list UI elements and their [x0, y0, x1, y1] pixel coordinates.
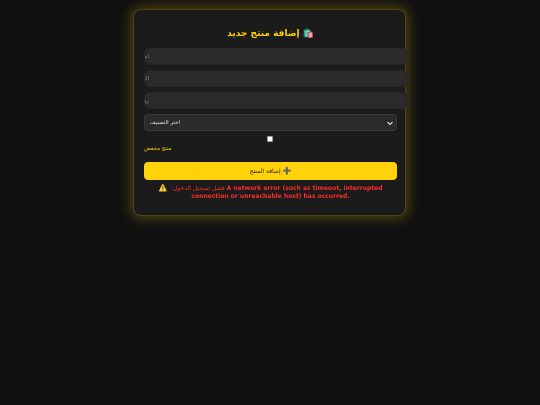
category-select[interactable]: اختر التصنيف [144, 114, 397, 131]
error-prefix: فشل تسجيل الدخول: [171, 185, 225, 192]
error-message: ⚠️ فشل تسجيل الدخول: A network error (su… [144, 184, 397, 201]
page-title-text: إضافة منتج جديد [227, 29, 300, 39]
price-input[interactable] [144, 70, 408, 87]
add-product-button-label: إضافة المنتج [249, 168, 281, 175]
add-product-button[interactable]: ➕إضافة المنتج [144, 162, 397, 180]
add-product-card: 🛍️إضافة منتج جديد اختر التصنيف منتج مخفض… [133, 9, 408, 216]
category-select-value: اختر التصنيف [150, 120, 181, 126]
shopping-bags-icon: 🛍️ [302, 29, 314, 39]
discount-label: منتج مخفض [144, 146, 172, 152]
discount-checkbox[interactable] [267, 136, 273, 142]
product-name-input[interactable] [144, 48, 408, 65]
image-urls-input[interactable] [144, 92, 408, 109]
plus-icon: ➕ [282, 167, 292, 175]
page-title: 🛍️إضافة منتج جديد [134, 29, 407, 39]
chevron-down-icon [387, 121, 393, 126]
warning-icon: ⚠️ [158, 184, 168, 192]
